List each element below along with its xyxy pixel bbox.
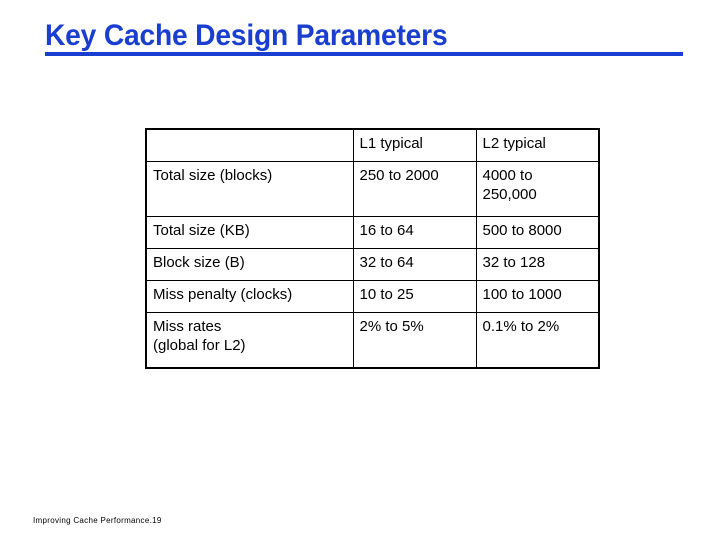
slide-footer-note: Improving Cache Performance.19 bbox=[33, 516, 162, 525]
page-title: Key Cache Design Parameters bbox=[45, 19, 448, 52]
cell-parameter: Miss penalty (clocks) bbox=[145, 280, 354, 313]
cell-l2-value-line1: 4000 to bbox=[482, 167, 533, 184]
cell-l2-value: 0.1% to 2% bbox=[475, 312, 600, 369]
cache-design-parameters-table: L1 typical L2 typical Total size (blocks… bbox=[145, 128, 600, 369]
cell-l2-value: 100 to 1000 bbox=[475, 280, 600, 313]
table-row: Total size (KB) 16 to 64 500 to 8000 bbox=[145, 216, 600, 249]
cell-parameter: Block size (B) bbox=[145, 248, 354, 281]
slide-canvas: Key Cache Design Parameters L1 typical L… bbox=[0, 0, 720, 540]
title-block: Key Cache Design Parameters bbox=[45, 19, 685, 62]
cell-l1-value: 16 to 64 bbox=[352, 216, 477, 249]
cell-l1-value: 10 to 25 bbox=[352, 280, 477, 313]
cell-l1-value: 250 to 2000 bbox=[352, 161, 477, 217]
cell-l2-value: 4000 to 250,000 bbox=[475, 161, 600, 217]
cell-parameter-line2: (global for L2) bbox=[153, 337, 246, 354]
cell-parameter-line1: Miss rates bbox=[153, 318, 222, 335]
table-row: Miss rates (global for L2) 2% to 5% 0.1%… bbox=[145, 312, 600, 369]
header-cell-l2: L2 typical bbox=[475, 128, 600, 162]
cell-l1-value: 32 to 64 bbox=[352, 248, 477, 281]
cell-parameter: Total size (KB) bbox=[145, 216, 354, 249]
cell-l2-value-line2: 250,000 bbox=[482, 186, 537, 203]
header-cell-parameter bbox=[145, 128, 354, 162]
table-row: Miss penalty (clocks) 10 to 25 100 to 10… bbox=[145, 280, 600, 313]
cell-l1-value: 2% to 5% bbox=[352, 312, 477, 369]
cell-l2-value: 500 to 8000 bbox=[475, 216, 600, 249]
cell-parameter: Total size (blocks) bbox=[145, 161, 354, 217]
table-header-row: L1 typical L2 typical bbox=[145, 128, 600, 162]
cell-parameter: Miss rates (global for L2) bbox=[145, 312, 354, 369]
table-row: Total size (blocks) 250 to 2000 4000 to … bbox=[145, 161, 600, 217]
header-cell-l1: L1 typical bbox=[352, 128, 477, 162]
title-underline-rule bbox=[45, 52, 683, 56]
table-row: Block size (B) 32 to 64 32 to 128 bbox=[145, 248, 600, 281]
cell-l2-value: 32 to 128 bbox=[475, 248, 600, 281]
